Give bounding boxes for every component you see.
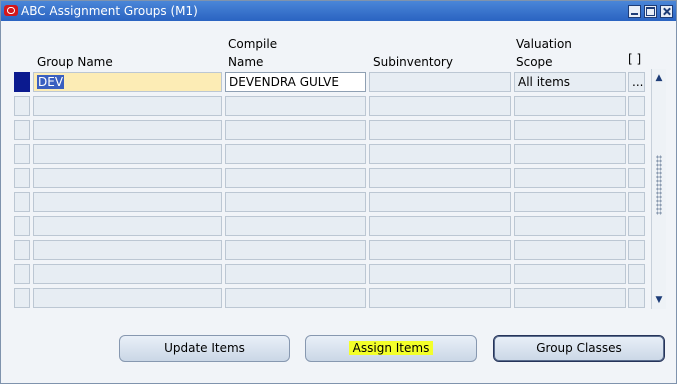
record-indicator[interactable]: [14, 264, 30, 284]
assign-items-label: Assign Items: [348, 341, 434, 355]
header-flex: [ ]: [628, 52, 642, 66]
record-indicator[interactable]: [14, 288, 30, 308]
header-group-name: Group Name: [37, 55, 113, 69]
close-icon[interactable]: [660, 5, 673, 18]
title-bar: ABC Assignment Groups (M1): [1, 1, 676, 21]
compile-name-field[interactable]: [225, 288, 366, 308]
vertical-scrollbar[interactable]: ▲ ▼: [651, 69, 666, 309]
compile-name-field[interactable]: DEVENDRA GULVE: [225, 72, 366, 92]
selected-text: DEV: [37, 75, 65, 89]
window-title: ABC Assignment Groups (M1): [21, 4, 198, 18]
subinventory-field[interactable]: [369, 120, 511, 140]
group-name-field[interactable]: [33, 240, 222, 260]
flex-field[interactable]: [628, 288, 645, 308]
minimize-icon[interactable]: [628, 5, 641, 18]
scroll-grip[interactable]: [656, 155, 662, 215]
subinventory-field[interactable]: [369, 144, 511, 164]
header-compile-name-line1: Compile: [228, 37, 278, 51]
record-indicator[interactable]: [14, 168, 30, 188]
subinventory-field[interactable]: [369, 168, 511, 188]
scroll-down-icon[interactable]: ▼: [652, 293, 666, 307]
flex-field[interactable]: [628, 120, 645, 140]
valuation-scope-field[interactable]: [514, 96, 626, 116]
compile-name-field[interactable]: [225, 168, 366, 188]
record-indicator[interactable]: [14, 240, 30, 260]
header-valuation-line2: Scope: [516, 55, 553, 69]
flex-field[interactable]: [628, 144, 645, 164]
group-name-field[interactable]: [33, 192, 222, 212]
oracle-logo-icon: [4, 5, 18, 16]
scroll-up-icon[interactable]: ▲: [652, 71, 666, 85]
record-indicator[interactable]: [14, 96, 30, 116]
flex-field[interactable]: [628, 264, 645, 284]
maximize-icon[interactable]: [644, 5, 657, 18]
group-name-field[interactable]: [33, 216, 222, 236]
compile-name-field[interactable]: [225, 240, 366, 260]
group-name-field[interactable]: [33, 168, 222, 188]
valuation-scope-field[interactable]: All items: [514, 72, 626, 92]
assign-items-button[interactable]: Assign Items: [305, 335, 477, 362]
record-indicator[interactable]: [14, 144, 30, 164]
compile-name-field[interactable]: [225, 96, 366, 116]
subinventory-field[interactable]: [369, 264, 511, 284]
valuation-scope-field[interactable]: [514, 216, 626, 236]
valuation-scope-field[interactable]: [514, 168, 626, 188]
flex-field[interactable]: [628, 216, 645, 236]
header-compile-name-line2: Name: [228, 55, 264, 69]
group-name-field[interactable]: [33, 144, 222, 164]
group-name-field[interactable]: [33, 120, 222, 140]
subinventory-field[interactable]: [369, 72, 511, 92]
update-items-label: Update Items: [164, 341, 245, 355]
record-indicator[interactable]: [14, 216, 30, 236]
compile-name-field[interactable]: [225, 264, 366, 284]
group-classes-button[interactable]: Group Classes: [493, 335, 665, 362]
abc-assignment-groups-window: ABC Assignment Groups (M1) Group Name Co…: [0, 0, 677, 384]
group-name-field[interactable]: [33, 288, 222, 308]
compile-name-field[interactable]: [225, 120, 366, 140]
flex-field[interactable]: [628, 168, 645, 188]
record-indicator[interactable]: [14, 72, 30, 92]
subinventory-field[interactable]: [369, 240, 511, 260]
valuation-scope-field[interactable]: [514, 240, 626, 260]
record-indicator[interactable]: [14, 120, 30, 140]
valuation-scope-field[interactable]: [514, 120, 626, 140]
compile-name-field[interactable]: [225, 144, 366, 164]
group-name-field[interactable]: DEV: [33, 72, 222, 92]
valuation-scope-field[interactable]: [514, 288, 626, 308]
header-valuation-line1: Valuation: [516, 37, 572, 51]
header-subinventory: Subinventory: [373, 55, 453, 69]
compile-name-field[interactable]: [225, 216, 366, 236]
update-items-button[interactable]: Update Items: [119, 335, 290, 362]
subinventory-field[interactable]: [369, 216, 511, 236]
compile-name-field[interactable]: [225, 192, 366, 212]
record-indicator[interactable]: [14, 192, 30, 212]
subinventory-field[interactable]: [369, 192, 511, 212]
valuation-scope-field[interactable]: [514, 192, 626, 212]
valuation-scope-field[interactable]: [514, 144, 626, 164]
flex-field[interactable]: [628, 240, 645, 260]
subinventory-field[interactable]: [369, 288, 511, 308]
group-name-field[interactable]: [33, 264, 222, 284]
valuation-scope-field[interactable]: [514, 264, 626, 284]
flex-field[interactable]: ...: [628, 72, 645, 92]
group-classes-label: Group Classes: [536, 341, 622, 355]
flex-field[interactable]: [628, 192, 645, 212]
flex-field[interactable]: [628, 96, 645, 116]
group-name-field[interactable]: [33, 96, 222, 116]
subinventory-field[interactable]: [369, 96, 511, 116]
